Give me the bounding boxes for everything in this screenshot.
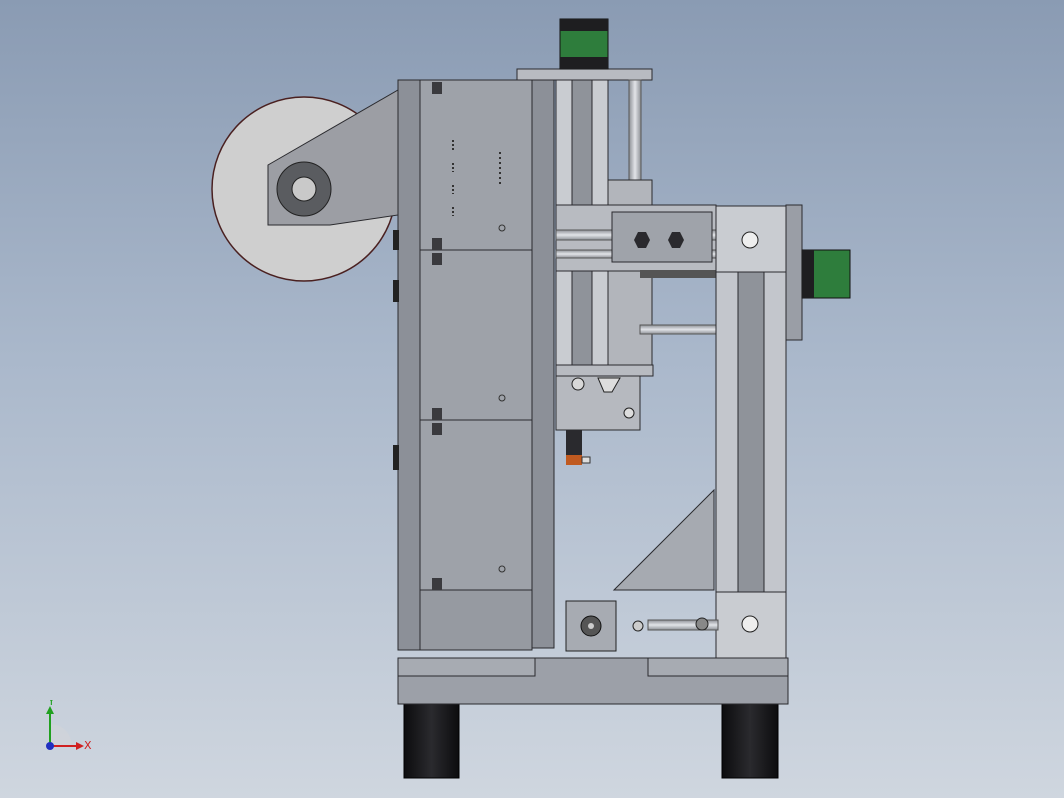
- y-axis-label: Y: [47, 700, 55, 708]
- cad-model-view[interactable]: [0, 0, 1064, 798]
- base-plate: [397, 657, 789, 705]
- stepper-motor-right: [801, 249, 851, 299]
- hotend: [566, 430, 591, 465]
- spool-drum: [211, 89, 399, 282]
- orientation-triad: Y X: [38, 695, 98, 760]
- graphics-viewport[interactable]: Y X: [0, 0, 1064, 798]
- stepper-motor-bottom: [565, 600, 644, 652]
- corner-bracket: [612, 488, 715, 591]
- main-housing: [393, 79, 555, 651]
- x-axis-label: X: [84, 739, 92, 752]
- stepper-motor-top: [559, 18, 609, 70]
- z-axis-dot: [46, 742, 54, 750]
